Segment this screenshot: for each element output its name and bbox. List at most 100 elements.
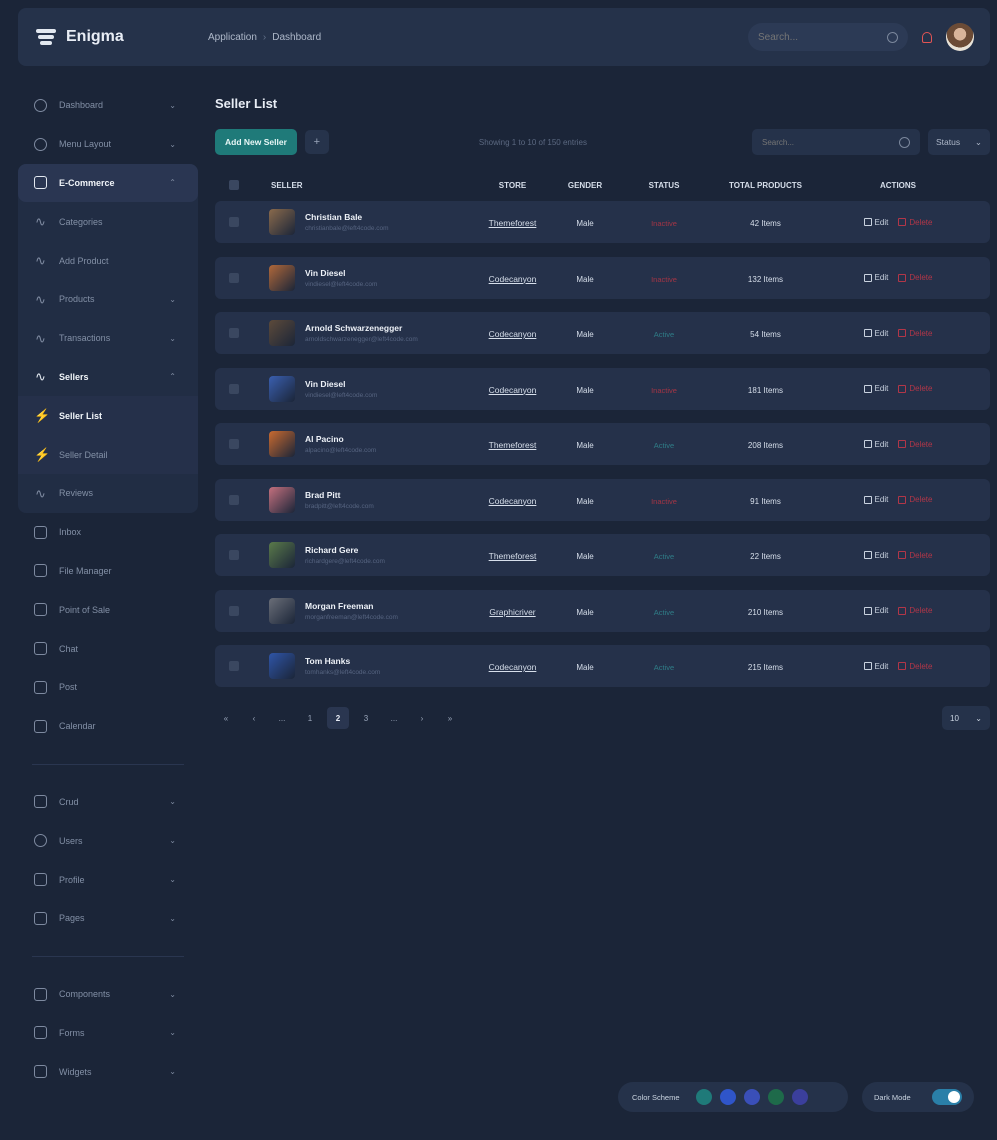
row-checkbox[interactable] [229, 605, 239, 616]
bell-icon[interactable] [922, 31, 932, 43]
edit-button[interactable]: Edit [863, 329, 888, 338]
add-new-seller-button[interactable]: Add New Seller [215, 129, 297, 155]
sidebar-item-calendar[interactable]: Calendar [18, 707, 198, 746]
select-all-checkbox[interactable] [229, 180, 239, 190]
sidebar-item-inbox[interactable]: Inbox [18, 513, 198, 552]
sidebar-item-crud[interactable]: Crud ⌄ [18, 783, 198, 822]
delete-button[interactable]: Delete [898, 218, 932, 227]
edit-button[interactable]: Edit [863, 273, 888, 282]
edit-button[interactable]: Edit [863, 662, 888, 671]
delete-button[interactable]: Delete [898, 273, 932, 282]
seller-name[interactable]: Christian Bale [305, 212, 389, 222]
page-link[interactable]: 1 [299, 707, 321, 729]
edit-button[interactable]: Edit [863, 218, 888, 227]
avatar[interactable] [946, 23, 974, 51]
seller-name[interactable]: Arnold Schwarzenegger [305, 323, 418, 333]
seller-name[interactable]: Al Pacino [305, 434, 376, 444]
sidebar-item-categories[interactable]: ∿ Categories [18, 202, 198, 241]
page-link[interactable]: 3 [355, 707, 377, 729]
edit-button[interactable]: Edit [863, 495, 888, 504]
sidebar-item-seller-list[interactable]: ⚡ Seller List [18, 396, 198, 436]
sidebar-item-add-product[interactable]: ∿ Add Product [18, 241, 198, 280]
top-search-input[interactable] [758, 31, 868, 43]
page-link[interactable]: ... [383, 707, 405, 729]
page-link[interactable]: 2 [327, 707, 349, 729]
seller-name[interactable]: Tom Hanks [305, 656, 380, 666]
row-checkbox[interactable] [229, 550, 239, 560]
top-search[interactable] [748, 23, 908, 51]
page-link[interactable]: ‹ [243, 707, 265, 729]
search-icon[interactable] [887, 31, 898, 43]
color-swatch[interactable] [695, 1089, 712, 1105]
seller-name[interactable]: Vin Diesel [305, 268, 377, 278]
row-checkbox[interactable] [229, 328, 239, 338]
brand[interactable]: Enigma [18, 28, 208, 46]
sidebar-item-widgets[interactable]: Widgets ⌄ [18, 1052, 198, 1091]
edit-button[interactable]: Edit [863, 440, 888, 449]
delete-button[interactable]: Delete [898, 495, 932, 504]
table-row[interactable]: Al Pacino alpacino@left4code.com Themefore… [215, 423, 990, 465]
store-link[interactable]: Themeforest [489, 551, 537, 561]
color-swatch[interactable] [791, 1089, 808, 1105]
delete-button[interactable]: Delete [898, 551, 932, 560]
delete-button[interactable]: Delete [898, 329, 932, 338]
edit-button[interactable]: Edit [863, 551, 888, 560]
delete-button[interactable]: Delete [898, 440, 932, 449]
breadcrumb-item[interactable]: Application [208, 32, 257, 43]
store-link[interactable]: Codecanyon [489, 662, 537, 672]
page-link[interactable]: « [215, 707, 237, 729]
sidebar-item-seller-detail[interactable]: ⚡ Seller Detail [18, 435, 198, 474]
status-filter-select[interactable]: Status ⌄ [928, 129, 990, 155]
table-row[interactable]: Christian Bale christianbale@left4code.co… [215, 201, 990, 243]
search-icon[interactable] [899, 136, 910, 148]
seller-name[interactable]: Vin Diesel [305, 379, 377, 389]
store-link[interactable]: Codecanyon [489, 329, 537, 339]
sidebar-item-dashboard[interactable]: Dashboard ⌄ [18, 86, 198, 125]
sidebar-item-chat[interactable]: Chat [18, 629, 198, 668]
table-row[interactable]: Arnold Schwarzenegger arnoldschwarzenegge… [215, 312, 990, 354]
seller-name[interactable]: Richard Gere [305, 545, 385, 555]
page-link[interactable]: » [439, 707, 461, 729]
table-row[interactable]: Richard Gere richardgere@left4code.com The… [215, 534, 990, 576]
row-checkbox[interactable] [229, 217, 239, 227]
row-checkbox[interactable] [229, 272, 239, 283]
sidebar-item-users[interactable]: Users ⌄ [18, 821, 198, 860]
page-link[interactable]: ... [271, 707, 293, 729]
table-row[interactable]: Vin Diesel vindiesel@left4code.com Codecan… [215, 367, 990, 410]
seller-name[interactable]: Morgan Freeman [305, 601, 398, 611]
store-link[interactable]: Codecanyon [489, 385, 537, 395]
table-search-input[interactable] [762, 137, 882, 147]
store-link[interactable]: Themeforest [489, 218, 537, 228]
breadcrumb-item[interactable]: Dashboard [272, 32, 321, 43]
sidebar-item-file-manager[interactable]: File Manager [18, 552, 198, 591]
sidebar-item-sellers[interactable]: ∿ Sellers ⌃ [18, 358, 198, 397]
dark-mode-switcher[interactable]: Dark Mode [862, 1082, 974, 1112]
store-link[interactable]: Graphicriver [489, 607, 535, 617]
color-swatch[interactable] [743, 1089, 760, 1105]
table-row[interactable]: Brad Pitt bradpitt@left4code.com Codecanyo… [215, 478, 990, 521]
sidebar-item-transactions[interactable]: ∿ Transactions ⌄ [18, 319, 198, 358]
seller-name[interactable]: Brad Pitt [305, 490, 374, 500]
sidebar-item-pages[interactable]: Pages ⌄ [18, 899, 198, 938]
color-swatch[interactable] [767, 1089, 784, 1105]
edit-button[interactable]: Edit [863, 606, 888, 615]
store-link[interactable]: Codecanyon [489, 496, 537, 506]
delete-button[interactable]: Delete [898, 662, 932, 671]
row-checkbox[interactable] [229, 383, 239, 394]
table-row[interactable]: Tom Hanks tomhanks@left4code.com Codecanyo… [215, 645, 990, 687]
row-checkbox[interactable] [229, 439, 239, 449]
page-link[interactable]: › [411, 707, 433, 729]
table-row[interactable]: Morgan Freeman morganfreeman@left4code.co… [215, 589, 990, 632]
more-options-button[interactable]: + [304, 130, 329, 154]
sidebar-item-forms[interactable]: Forms ⌄ [18, 1014, 198, 1053]
table-search[interactable] [752, 129, 920, 155]
sidebar-item-components[interactable]: Components ⌄ [18, 975, 198, 1014]
sidebar-item-products[interactable]: ∿ Products ⌄ [18, 280, 198, 319]
row-checkbox[interactable] [229, 661, 239, 671]
sidebar-item-point-of-sale[interactable]: Point of Sale [18, 590, 198, 629]
delete-button[interactable]: Delete [898, 606, 932, 615]
sidebar-item-e-commerce[interactable]: E-Commerce ⌃ [18, 163, 198, 203]
per-page-select[interactable]: 10 ⌄ [942, 706, 990, 730]
edit-button[interactable]: Edit [863, 384, 888, 393]
delete-button[interactable]: Delete [898, 384, 932, 393]
